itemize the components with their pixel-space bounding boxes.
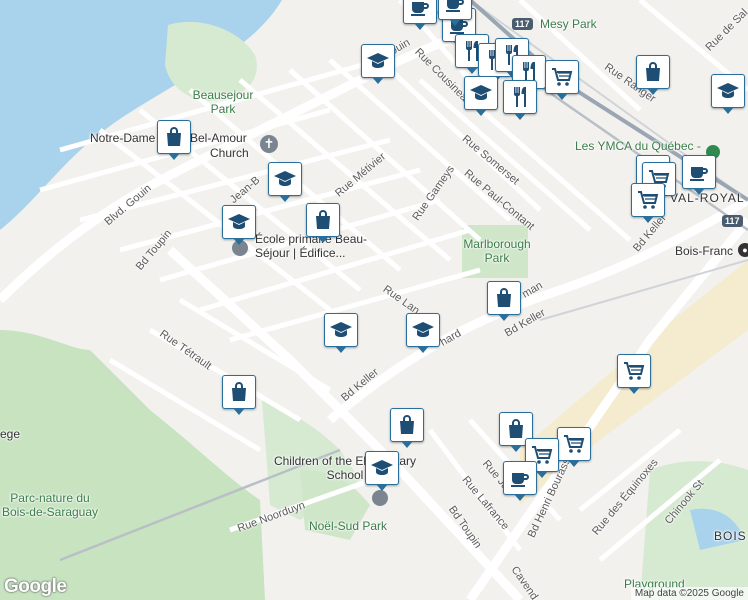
- shopping-cart-icon: [622, 359, 646, 383]
- place-bois-franc: Bois-Franc: [675, 244, 734, 258]
- place-bois: BOIS: [714, 529, 747, 543]
- graduation-cap-icon: [329, 318, 353, 342]
- shopping-bag-icon: [492, 286, 516, 310]
- marker-cafe[interactable]: [503, 461, 537, 501]
- google-logo: Google: [4, 576, 67, 597]
- school-pin-icon-2: [372, 490, 388, 506]
- church-icon: ✝: [260, 135, 278, 153]
- marker-school[interactable]: [365, 451, 399, 491]
- marker-school[interactable]: [464, 76, 498, 116]
- marker-shopping[interactable]: [222, 375, 256, 415]
- coffee-cup-icon: [408, 0, 432, 19]
- marker-school[interactable]: [711, 74, 745, 114]
- marker-shopping[interactable]: [306, 203, 340, 243]
- marker-cafe[interactable]: [438, 0, 472, 26]
- graduation-cap-icon: [366, 49, 390, 73]
- graduation-cap-icon: [411, 318, 435, 342]
- fork-knife-icon: [508, 85, 532, 109]
- graduation-cap-icon: [227, 210, 251, 234]
- marker-cafe[interactable]: [682, 155, 716, 195]
- graduation-cap-icon: [273, 167, 297, 191]
- map-canvas[interactable]: Blvd. Gouin Bd Toupin Rue Tétrault Bd Ke…: [0, 0, 748, 600]
- shopping-cart-icon: [636, 188, 660, 212]
- shopping-bag-icon: [395, 413, 419, 437]
- place-ege: ege: [0, 427, 21, 441]
- shopping-bag-icon: [227, 380, 251, 404]
- place-church: Church: [210, 146, 249, 160]
- marker-school[interactable]: [324, 313, 358, 353]
- graduation-cap-icon: [370, 456, 394, 480]
- marker-shopping[interactable]: [487, 281, 521, 321]
- marker-shopping[interactable]: [636, 55, 670, 95]
- shopping-bag-icon: [641, 60, 665, 84]
- shopping-cart-icon: [550, 65, 574, 89]
- marker-grocery[interactable]: [557, 427, 591, 467]
- place-mesy-park: Mesy Park: [540, 17, 597, 31]
- marker-grocery[interactable]: [617, 354, 651, 394]
- place-ymca: Les YMCA du Québec -: [575, 139, 701, 153]
- route-shield-117-2: 117: [722, 215, 743, 227]
- marker-shopping[interactable]: [157, 120, 191, 160]
- coffee-cup-icon: [508, 466, 532, 490]
- marker-school[interactable]: [268, 162, 302, 202]
- place-beausejour-park: Beausejour Park: [192, 88, 254, 116]
- place-noel-sud-park: Noël-Sud Park: [308, 519, 388, 533]
- shopping-bag-icon: [311, 208, 335, 232]
- marker-shopping[interactable]: [390, 408, 424, 448]
- place-parc-nature: Parc-nature du Bois-de-Saraguay: [1, 491, 99, 519]
- place-marlborough-park: Marlborough Park: [463, 237, 531, 265]
- graduation-cap-icon: [469, 81, 493, 105]
- coffee-cup-icon: [443, 0, 467, 15]
- metro-station-icon: ●: [738, 243, 748, 257]
- shopping-bag-icon: [504, 417, 528, 441]
- marker-grocery[interactable]: [631, 183, 665, 223]
- marker-school[interactable]: [406, 313, 440, 353]
- coffee-cup-icon: [687, 160, 711, 184]
- shopping-cart-icon: [562, 432, 586, 456]
- marker-school[interactable]: [361, 44, 395, 84]
- marker-restaurant[interactable]: [503, 80, 537, 120]
- marker-school[interactable]: [222, 205, 256, 245]
- map-attribution[interactable]: Map data ©2025 Google: [630, 587, 748, 600]
- shopping-bag-icon: [162, 125, 186, 149]
- graduation-cap-icon: [716, 79, 740, 103]
- marker-grocery[interactable]: [545, 60, 579, 100]
- route-shield-117: 117: [512, 18, 533, 30]
- place-bel-amour: Bel-Amour: [190, 131, 247, 145]
- marker-cafe[interactable]: [403, 0, 437, 30]
- place-notre-dame: Notre-Dame: [90, 131, 156, 145]
- place-val-royal: VAL-ROYAL: [670, 191, 745, 205]
